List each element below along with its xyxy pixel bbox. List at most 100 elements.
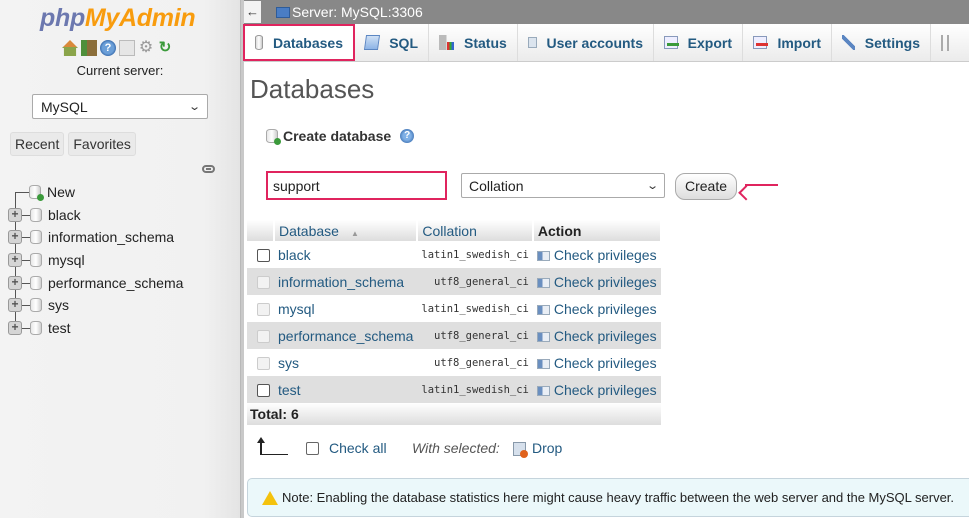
tree-item-db[interactable]: + sys xyxy=(8,295,69,315)
collation-select[interactable]: Collation ⌄ xyxy=(461,173,665,198)
database-link[interactable]: black xyxy=(274,241,418,268)
expand-icon[interactable]: + xyxy=(8,230,22,244)
database-link[interactable]: mysql xyxy=(274,295,418,322)
new-database-icon xyxy=(266,129,281,145)
sort-ascending-icon: ▲ xyxy=(350,228,359,238)
database-icon xyxy=(255,35,263,50)
docs-icon[interactable] xyxy=(119,40,135,56)
arrow-up-icon xyxy=(257,437,288,455)
drop-button[interactable]: Drop xyxy=(532,440,562,456)
database-icon xyxy=(30,298,42,312)
collation-value: utf8_general_ci xyxy=(417,322,533,349)
database-icon xyxy=(30,208,42,222)
tree-item-db[interactable]: + information_schema xyxy=(8,227,174,247)
chevron-down-icon: ⌄ xyxy=(645,180,659,192)
privileges-icon xyxy=(536,277,550,288)
collapse-sidebar-button[interactable]: ← xyxy=(244,1,261,23)
column-header-action: Action xyxy=(532,220,662,241)
create-button[interactable]: Create xyxy=(675,173,737,200)
database-link[interactable]: sys xyxy=(274,349,418,376)
row-checkbox[interactable] xyxy=(257,303,270,317)
table-row: sys utf8_general_ci Check privileges xyxy=(247,349,661,376)
check-all-label[interactable]: Check all xyxy=(329,440,387,456)
check-all-checkbox[interactable] xyxy=(306,442,319,455)
tab-sql[interactable]: SQL xyxy=(355,24,429,61)
home-icon[interactable] xyxy=(62,40,78,56)
check-privileges-link[interactable]: Check privileges xyxy=(532,241,661,268)
import-icon xyxy=(753,36,769,49)
tab-more[interactable] xyxy=(931,24,959,61)
chevron-down-icon: ⌄ xyxy=(187,101,201,113)
link-with-main-panel-icon[interactable] xyxy=(202,165,215,173)
row-checkbox[interactable] xyxy=(257,357,270,371)
row-checkbox[interactable] xyxy=(257,330,270,344)
expand-icon[interactable]: + xyxy=(8,276,22,290)
database-icon xyxy=(30,230,42,244)
with-selected-label: With selected: xyxy=(412,440,500,456)
new-database-icon xyxy=(29,185,44,201)
user-accounts-icon xyxy=(528,37,537,48)
server-select[interactable]: MySQL ⌄ xyxy=(32,94,208,119)
recent-button[interactable]: Recent xyxy=(10,132,65,156)
database-icon xyxy=(30,253,42,267)
help-icon[interactable]: ? xyxy=(100,40,116,56)
server-breadcrumb[interactable]: Server: MySQL:3306 xyxy=(292,4,423,20)
collation-value: latin1_swedish_ci xyxy=(417,241,533,268)
table-row: information_schema utf8_general_ci Check… xyxy=(247,268,661,295)
tab-user-accounts[interactable]: User accounts xyxy=(518,24,654,61)
column-header-collation[interactable]: Collation xyxy=(417,220,534,241)
select-column-header xyxy=(247,220,275,241)
check-privileges-link[interactable]: Check privileges xyxy=(532,268,661,295)
tree-item-db[interactable]: + test xyxy=(8,318,71,338)
privileges-icon xyxy=(536,358,550,369)
total-row: Total: 6 xyxy=(247,403,661,425)
database-link[interactable]: test xyxy=(274,376,418,403)
check-privileges-link[interactable]: Check privileges xyxy=(532,295,661,322)
column-header-database[interactable]: Database ▲ xyxy=(274,220,419,241)
tab-settings[interactable]: Settings xyxy=(832,24,931,61)
create-database-heading: Create database ? xyxy=(266,128,415,145)
check-privileges-link[interactable]: Check privileges xyxy=(532,322,661,349)
row-checkbox[interactable] xyxy=(257,276,270,290)
tree-item-db[interactable]: + performance_schema xyxy=(8,273,183,293)
tab-status[interactable]: Status xyxy=(429,24,518,61)
collation-value: latin1_swedish_ci xyxy=(417,295,533,322)
phpmyadmin-logo[interactable]: phpMyAdmin xyxy=(40,4,196,33)
sql-icon xyxy=(363,35,381,50)
expand-icon[interactable]: + xyxy=(8,298,22,312)
settings-gear-icon[interactable]: ⚙ xyxy=(138,40,154,56)
status-icon xyxy=(439,35,454,50)
tab-databases[interactable]: Databases xyxy=(243,24,355,61)
more-icon xyxy=(941,34,949,51)
settings-wrench-icon xyxy=(842,35,855,50)
reload-icon[interactable]: ↻ xyxy=(157,40,173,56)
check-privileges-link[interactable]: Check privileges xyxy=(532,376,661,403)
table-row: test latin1_swedish_ci Check privileges xyxy=(247,376,661,403)
sidebar-resize-handle[interactable] xyxy=(240,0,244,518)
collation-value: utf8_general_ci xyxy=(417,268,533,295)
expand-icon[interactable]: + xyxy=(8,321,22,335)
tree-item-new[interactable]: New xyxy=(15,182,75,202)
server-icon xyxy=(276,7,290,18)
database-name-input[interactable] xyxy=(266,171,447,200)
table-row: black latin1_swedish_ci Check privileges xyxy=(247,241,661,268)
logout-icon[interactable] xyxy=(81,40,97,56)
collation-value: latin1_swedish_ci xyxy=(417,376,533,403)
row-checkbox[interactable] xyxy=(257,249,270,263)
tab-import[interactable]: Import xyxy=(743,24,832,61)
page-title: Databases xyxy=(250,74,375,104)
drop-icon[interactable] xyxy=(513,442,528,458)
check-privileges-link[interactable]: Check privileges xyxy=(532,349,661,376)
expand-icon[interactable]: + xyxy=(8,208,22,222)
tree-item-db[interactable]: + mysql xyxy=(8,250,85,270)
database-link[interactable]: performance_schema xyxy=(274,322,418,349)
database-link[interactable]: information_schema xyxy=(274,268,418,295)
tree-item-db[interactable]: + black xyxy=(8,205,81,225)
expand-icon[interactable]: + xyxy=(8,253,22,267)
navigation-panel: phpMyAdmin ? ⚙ ↻ Current server: MySQL ⌄… xyxy=(0,0,240,518)
favorites-button[interactable]: Favorites xyxy=(68,132,136,156)
row-checkbox[interactable] xyxy=(257,384,270,398)
table-row: mysql latin1_swedish_ci Check privileges xyxy=(247,295,661,322)
tab-export[interactable]: Export xyxy=(654,24,743,61)
help-icon[interactable]: ? xyxy=(400,129,415,143)
